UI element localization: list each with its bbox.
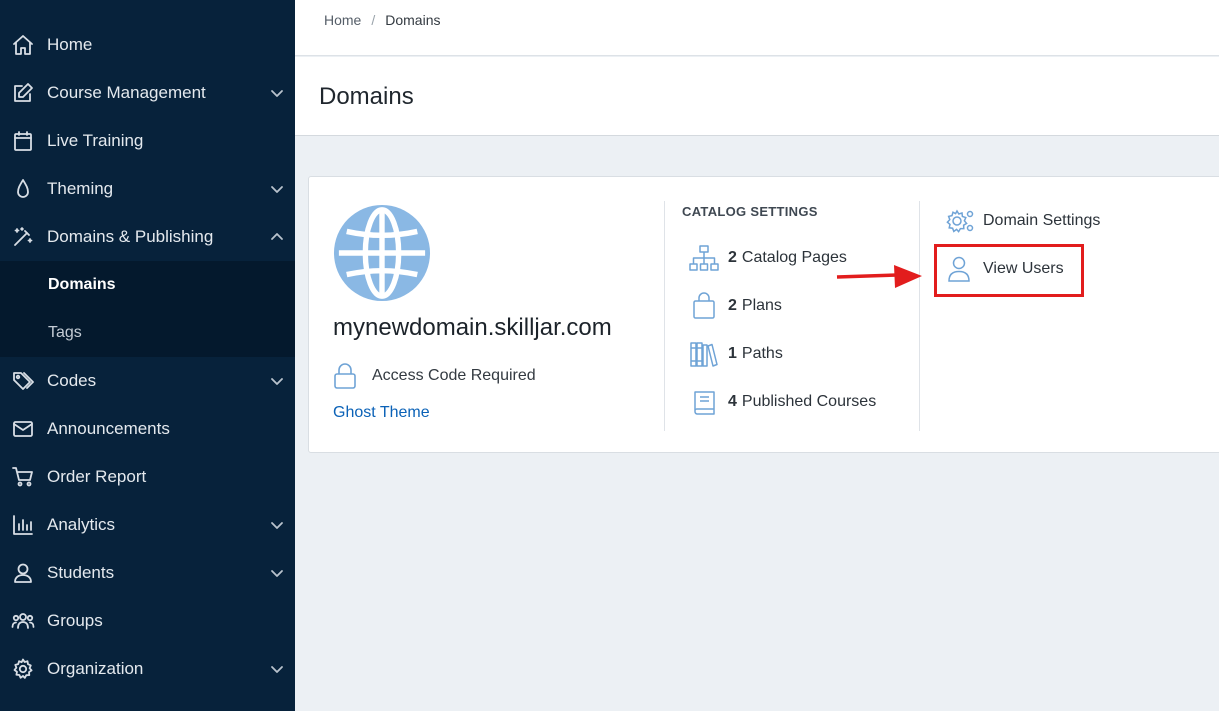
paths-label: Paths xyxy=(741,345,783,362)
divider xyxy=(664,201,665,431)
sidebar-item-label: Codes xyxy=(47,371,97,390)
sidebar-item-label: Organization xyxy=(47,659,144,678)
user-icon xyxy=(10,560,36,586)
divider xyxy=(919,201,920,431)
domains-publishing-submenu: Domains Tags xyxy=(0,261,295,357)
breadcrumb-home-link[interactable]: Home xyxy=(324,12,361,28)
catalog-pages-link[interactable]: 2 Catalog Pages xyxy=(689,244,847,272)
chevron-down-icon[interactable] xyxy=(268,660,286,678)
shopping-bag-icon xyxy=(693,292,715,319)
published-courses-link[interactable]: 4 Published Courses xyxy=(689,388,876,416)
breadcrumb-current: Domains xyxy=(385,12,441,28)
globe-icon xyxy=(333,204,431,302)
paths-link[interactable]: 1 Paths xyxy=(689,340,783,368)
plans-count: 2 xyxy=(728,297,737,314)
catalog-pages-count: 2 xyxy=(728,249,737,266)
domain-card: mynewdomain.skilljar.com Access Code Req… xyxy=(308,176,1219,453)
calendar-icon xyxy=(10,128,36,154)
sidebar-item-label: Home xyxy=(47,35,93,54)
chevron-down-icon[interactable] xyxy=(268,84,286,102)
users-icon xyxy=(10,608,36,634)
gears-icon xyxy=(946,209,974,233)
access-status: Access Code Required xyxy=(333,362,536,390)
sidebar-item-groups[interactable]: Groups xyxy=(0,597,295,645)
sidebar-item-order-report[interactable]: Order Report xyxy=(0,453,295,501)
books-icon xyxy=(690,342,718,367)
domain-name: mynewdomain.skilljar.com xyxy=(333,314,612,341)
theme-link[interactable]: Ghost Theme xyxy=(333,404,430,422)
page-title: Domains xyxy=(319,83,414,110)
cart-icon xyxy=(10,464,36,490)
published-courses-label: Published Courses xyxy=(741,393,877,410)
published-courses-count: 4 xyxy=(728,393,737,410)
sidebar-item-theming[interactable]: Theming xyxy=(0,165,295,213)
tags-icon xyxy=(10,368,36,394)
lock-icon xyxy=(334,363,356,389)
sidebar-item-live-training[interactable]: Live Training xyxy=(0,117,295,165)
envelope-icon xyxy=(10,416,36,442)
sidebar-item-students[interactable]: Students xyxy=(0,549,295,597)
sidebar-item-announcements[interactable]: Announcements xyxy=(0,405,295,453)
chevron-down-icon[interactable] xyxy=(268,516,286,534)
breadcrumb-bar: Home / Domains xyxy=(295,0,1219,56)
book-icon xyxy=(694,391,715,415)
chevron-up-icon[interactable] xyxy=(268,228,286,246)
home-icon xyxy=(10,32,36,58)
domain-settings-link[interactable]: Domain Settings xyxy=(945,206,1100,236)
gear-icon xyxy=(10,656,36,682)
sidebar-item-domains-publishing[interactable]: Domains & Publishing xyxy=(0,213,295,261)
sidebar-item-label: Theming xyxy=(47,179,114,198)
paths-count: 1 xyxy=(728,345,737,362)
sidebar-item-label: Order Report xyxy=(47,467,147,486)
highlight-box xyxy=(934,244,1084,297)
chevron-down-icon[interactable] xyxy=(268,564,286,582)
sidebar-item-label: Analytics xyxy=(47,515,116,534)
sidebar-subitem-tags[interactable]: Tags xyxy=(0,309,295,357)
droplet-icon xyxy=(10,176,36,202)
edit-icon xyxy=(10,80,36,106)
annotation-arrow xyxy=(836,265,922,288)
sitemap-icon xyxy=(689,245,719,271)
chevron-down-icon[interactable] xyxy=(268,180,286,198)
sidebar-item-label: Course Management xyxy=(47,83,206,102)
access-label: Access Code Required xyxy=(372,367,536,384)
sidebar-item-course-management[interactable]: Course Management xyxy=(0,69,295,117)
breadcrumb: Home / Domains xyxy=(324,12,441,28)
catalog-settings-heading: CATALOG SETTINGS xyxy=(682,204,818,219)
page-header: Domains xyxy=(295,57,1219,136)
plans-link[interactable]: 2 Plans xyxy=(689,292,782,320)
chevron-down-icon[interactable] xyxy=(268,372,286,390)
sidebar-item-organization[interactable]: Organization xyxy=(0,645,295,693)
sidebar-item-label: Announcements xyxy=(47,419,170,438)
sidebar-item-analytics[interactable]: Analytics xyxy=(0,501,295,549)
sidebar-item-label: Students xyxy=(47,563,115,582)
sidebar-subitem-label: Domains xyxy=(48,276,116,293)
sidebar-subitem-domains[interactable]: Domains xyxy=(0,261,295,309)
domain-settings-label: Domain Settings xyxy=(983,212,1101,229)
sidebar-subitem-label: Tags xyxy=(48,324,82,341)
bar-chart-icon xyxy=(10,512,36,538)
sidebar-item-label: Live Training xyxy=(47,131,144,150)
sidebar: Home Course Management Live Training The… xyxy=(0,0,295,711)
sidebar-item-label: Groups xyxy=(47,611,103,630)
magic-wand-icon xyxy=(10,224,36,250)
plans-label: Plans xyxy=(741,297,782,314)
breadcrumb-separator: / xyxy=(371,12,376,28)
catalog-pages-label: Catalog Pages xyxy=(741,249,847,266)
sidebar-item-codes[interactable]: Codes xyxy=(0,357,295,405)
sidebar-item-label: Domains & Publishing xyxy=(47,227,214,246)
sidebar-item-home[interactable]: Home xyxy=(0,21,295,69)
